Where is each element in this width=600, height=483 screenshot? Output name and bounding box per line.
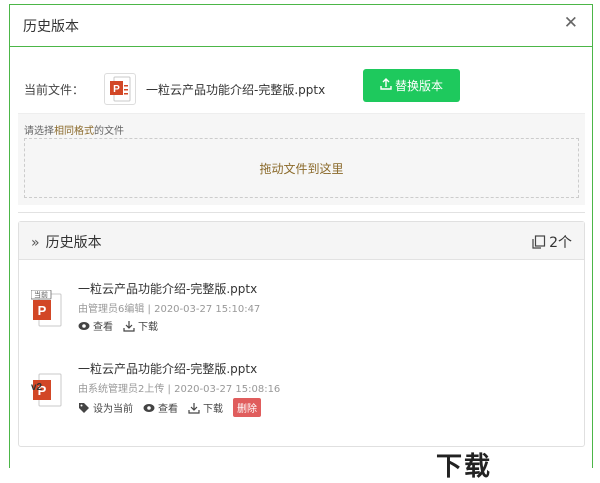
pptx-file-icon: P 当前 bbox=[30, 289, 65, 330]
pptx-file-icon: P bbox=[104, 73, 136, 105]
svg-text:P: P bbox=[113, 84, 120, 95]
download-button[interactable]: 下载 bbox=[123, 318, 158, 333]
version-actions: 查看 下载 bbox=[78, 318, 168, 333]
download-icon bbox=[188, 402, 200, 414]
current-file-row: 当前文件： P 一粒云产品功能介绍-完整版.pptx bbox=[24, 69, 325, 109]
watermark-logo: 下载 bbox=[436, 452, 493, 482]
history-version-dialog: 历史版本 ✕ 当前文件： P 一粒云产品功能介绍-完整版.pptx 替换版本 请… bbox=[9, 4, 593, 468]
replace-version-button[interactable]: 替换版本 bbox=[363, 69, 460, 102]
tag-icon bbox=[79, 402, 89, 413]
svg-text:v2: v2 bbox=[31, 382, 43, 393]
version-file-name: 一粒云产品功能介绍-完整版.pptx bbox=[78, 282, 258, 296]
svg-text:当前: 当前 bbox=[34, 290, 48, 299]
current-file-name: 一粒云产品功能介绍-完整版.pptx bbox=[146, 82, 326, 97]
upload-drop-zone[interactable]: 请选择相同格式的文件 拖动文件到这里 bbox=[18, 113, 585, 205]
history-panel: » 历史版本 2个 P 当前 一粒云产品功能介绍-完整版.pptx 由管理员6编辑… bbox=[18, 221, 585, 447]
download-icon bbox=[123, 320, 135, 332]
dialog-header: 历史版本 ✕ bbox=[10, 5, 592, 47]
eye-icon bbox=[143, 403, 155, 412]
history-panel-title: » 历史版本 bbox=[31, 235, 102, 251]
set-current-button[interactable]: 设为当前 bbox=[78, 400, 133, 415]
replace-version-label: 替换版本 bbox=[394, 79, 443, 93]
copy-icon bbox=[532, 235, 546, 249]
drop-zone-text: 拖动文件到这里 bbox=[259, 161, 344, 176]
drop-zone-hint: 请选择相同格式的文件 bbox=[24, 126, 124, 137]
version-count: 2个 bbox=[532, 232, 572, 252]
svg-text:P: P bbox=[38, 303, 47, 318]
divider bbox=[18, 212, 585, 213]
current-file-label: 当前文件： bbox=[24, 82, 85, 97]
pptx-file-icon: P v2 bbox=[31, 370, 65, 410]
delete-button[interactable]: 删除 bbox=[233, 398, 261, 417]
dialog-title: 历史版本 bbox=[23, 19, 79, 35]
eye-icon bbox=[78, 321, 90, 330]
version-meta: 由管理员6编辑 | 2020-03-27 15:10:47 bbox=[78, 304, 261, 315]
double-chevron-icon: » bbox=[31, 235, 40, 251]
close-icon[interactable]: ✕ bbox=[564, 13, 578, 33]
version-item: P 当前 一粒云产品功能介绍-完整版.pptx 由管理员6编辑 | 2020-0… bbox=[30, 280, 571, 342]
version-file-name: 一粒云产品功能介绍-完整版.pptx bbox=[78, 362, 258, 376]
view-button[interactable]: 查看 bbox=[78, 318, 113, 333]
drop-target[interactable]: 拖动文件到这里 bbox=[24, 138, 579, 198]
version-meta: 由系统管理员2上传 | 2020-03-27 15:08:16 bbox=[78, 384, 281, 395]
version-actions: 设为当前 查看 下载 删除 bbox=[78, 398, 261, 417]
download-button[interactable]: 下载 bbox=[188, 400, 223, 415]
upload-icon bbox=[380, 77, 392, 94]
version-item: P v2 一粒云产品功能介绍-完整版.pptx 由系统管理员2上传 | 2020… bbox=[31, 360, 571, 422]
history-panel-header: » 历史版本 2个 bbox=[19, 222, 584, 260]
view-button[interactable]: 查看 bbox=[143, 400, 178, 415]
